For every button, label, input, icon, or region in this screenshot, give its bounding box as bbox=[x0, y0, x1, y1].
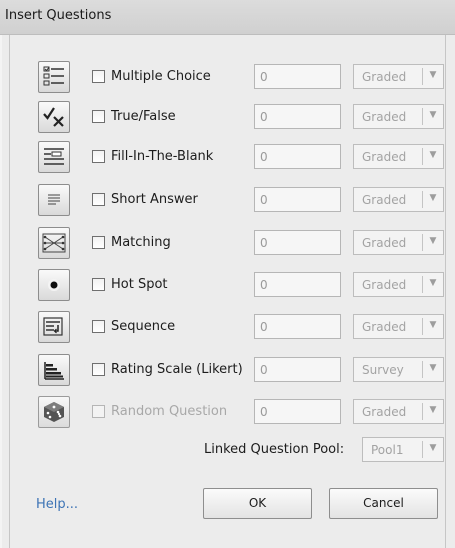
chevron-down-icon[interactable]: ▼ bbox=[426, 320, 440, 330]
title-bar: Insert Questions bbox=[0, 0, 455, 35]
question-row-random-question: Random Question 0 Graded ▼ bbox=[0, 396, 455, 428]
select-separator bbox=[422, 403, 423, 420]
fill-in-the-blank-mode-value: Graded bbox=[362, 150, 407, 164]
linked-question-pool-label: Linked Question Pool: bbox=[204, 442, 345, 457]
matching-count-field[interactable]: 0 bbox=[254, 230, 341, 255]
chevron-down-icon[interactable]: ▼ bbox=[426, 70, 440, 80]
short-answer-checkbox[interactable] bbox=[92, 193, 105, 206]
ok-button[interactable]: OK bbox=[203, 488, 312, 519]
question-row-hot-spot: Hot Spot 0 Graded ▼ bbox=[0, 269, 455, 301]
fill-in-the-blank-count-field[interactable]: 0 bbox=[254, 144, 341, 169]
true-false-mode-value: Graded bbox=[362, 110, 407, 124]
multiple-choice-checkbox[interactable] bbox=[92, 70, 105, 83]
chevron-down-icon[interactable]: ▼ bbox=[426, 193, 440, 203]
matching-checkbox[interactable] bbox=[92, 236, 105, 249]
sequence-icon bbox=[38, 311, 70, 343]
rating-scale-mode-value: Survey bbox=[362, 363, 404, 377]
true-false-mode-select[interactable]: Graded ▼ bbox=[353, 104, 444, 129]
random-question-label: Random Question bbox=[111, 404, 228, 419]
true-false-icon bbox=[38, 101, 70, 133]
sequence-label: Sequence bbox=[111, 319, 176, 334]
hot-spot-checkbox[interactable] bbox=[92, 278, 105, 291]
multiple-choice-count-field[interactable]: 0 bbox=[254, 64, 341, 89]
true-false-count-field[interactable]: 0 bbox=[254, 104, 341, 129]
random-question-icon bbox=[38, 396, 70, 428]
select-separator bbox=[422, 68, 423, 85]
random-question-mode-select[interactable]: Graded ▼ bbox=[353, 399, 444, 424]
matching-mode-select[interactable]: Graded ▼ bbox=[353, 230, 444, 255]
question-row-rating-scale: Rating Scale (Likert) 0 Survey ▼ bbox=[0, 354, 455, 386]
random-question-count-field[interactable]: 0 bbox=[254, 399, 341, 424]
fill-in-the-blank-mode-select[interactable]: Graded ▼ bbox=[353, 144, 444, 169]
rating-scale-checkbox[interactable] bbox=[92, 363, 105, 376]
chevron-down-icon[interactable]: ▼ bbox=[426, 110, 440, 120]
rating-scale-mode-select[interactable]: Survey ▼ bbox=[353, 357, 444, 382]
linked-question-pool-value: Pool1 bbox=[371, 443, 404, 457]
linked-question-pool-select[interactable]: Pool1 ▼ bbox=[362, 437, 444, 462]
random-question-mode-value: Graded bbox=[362, 405, 407, 419]
window-title: Insert Questions bbox=[5, 8, 112, 23]
true-false-label: True/False bbox=[111, 109, 176, 124]
true-false-checkbox[interactable] bbox=[92, 110, 105, 123]
short-answer-mode-select[interactable]: Graded ▼ bbox=[353, 187, 444, 212]
hot-spot-count-field[interactable]: 0 bbox=[254, 272, 341, 297]
chevron-down-icon[interactable]: ▼ bbox=[426, 278, 440, 288]
select-separator bbox=[422, 191, 423, 208]
fill-in-the-blank-label: Fill-In-The-Blank bbox=[111, 149, 214, 164]
help-link[interactable]: Help... bbox=[36, 497, 78, 512]
multiple-choice-icon bbox=[38, 61, 70, 93]
chevron-down-icon[interactable]: ▼ bbox=[426, 150, 440, 160]
select-separator bbox=[422, 234, 423, 251]
rating-scale-label: Rating Scale (Likert) bbox=[111, 362, 243, 377]
multiple-choice-mode-value: Graded bbox=[362, 70, 407, 84]
sequence-mode-select[interactable]: Graded ▼ bbox=[353, 314, 444, 339]
short-answer-count-field[interactable]: 0 bbox=[254, 187, 341, 212]
rating-scale-count-field[interactable]: 0 bbox=[254, 357, 341, 382]
short-answer-icon bbox=[38, 184, 70, 216]
hot-spot-label: Hot Spot bbox=[111, 277, 168, 292]
multiple-choice-mode-select[interactable]: Graded ▼ bbox=[353, 64, 444, 89]
sequence-mode-value: Graded bbox=[362, 320, 407, 334]
select-separator bbox=[422, 108, 423, 125]
short-answer-label: Short Answer bbox=[111, 192, 198, 207]
matching-icon bbox=[38, 227, 70, 259]
question-row-fill-in-the-blank: Fill-In-The-Blank 0 Graded ▼ bbox=[0, 141, 455, 173]
question-row-true-false: True/False 0 Graded ▼ bbox=[0, 101, 455, 133]
rating-scale-icon bbox=[38, 354, 70, 386]
question-row-matching: Matching 0 Graded ▼ bbox=[0, 227, 455, 259]
select-separator bbox=[422, 276, 423, 293]
chevron-down-icon[interactable]: ▼ bbox=[426, 405, 440, 415]
sequence-count-field[interactable]: 0 bbox=[254, 314, 341, 339]
select-separator bbox=[422, 318, 423, 335]
sequence-checkbox[interactable] bbox=[92, 320, 105, 333]
hot-spot-mode-value: Graded bbox=[362, 278, 407, 292]
short-answer-mode-value: Graded bbox=[362, 193, 407, 207]
select-separator bbox=[422, 148, 423, 165]
question-row-short-answer: Short Answer 0 Graded ▼ bbox=[0, 184, 455, 216]
fill-in-the-blank-checkbox[interactable] bbox=[92, 150, 105, 163]
chevron-down-icon[interactable]: ▼ bbox=[426, 443, 440, 453]
cancel-button[interactable]: Cancel bbox=[329, 488, 438, 519]
fill-in-the-blank-icon bbox=[38, 141, 70, 173]
multiple-choice-label: Multiple Choice bbox=[111, 69, 211, 84]
question-row-sequence: Sequence 0 Graded ▼ bbox=[0, 311, 455, 343]
question-row-multiple-choice: Multiple Choice 0 Graded ▼ bbox=[0, 61, 455, 93]
hot-spot-icon bbox=[38, 269, 70, 301]
hot-spot-mode-select[interactable]: Graded ▼ bbox=[353, 272, 444, 297]
select-separator bbox=[422, 441, 423, 458]
matching-mode-value: Graded bbox=[362, 236, 407, 250]
chevron-down-icon[interactable]: ▼ bbox=[426, 236, 440, 246]
matching-label: Matching bbox=[111, 235, 171, 250]
random-question-checkbox[interactable] bbox=[92, 405, 105, 418]
select-separator bbox=[422, 361, 423, 378]
chevron-down-icon[interactable]: ▼ bbox=[426, 363, 440, 373]
